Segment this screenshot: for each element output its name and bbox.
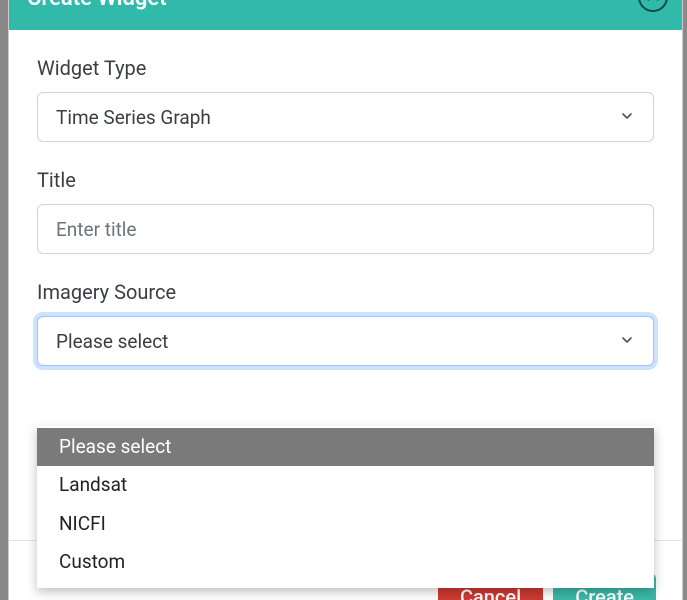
widget-type-value: Time Series Graph [56, 106, 211, 129]
chevron-down-icon [619, 106, 635, 129]
dropdown-option[interactable]: Custom [37, 543, 654, 581]
title-input[interactable] [37, 204, 654, 254]
scrollbar[interactable] [683, 0, 687, 600]
dropdown-option[interactable]: NICFI [37, 505, 654, 543]
imagery-source-label: Imagery Source [37, 280, 654, 304]
modal-title: Create Widget [27, 0, 167, 10]
widget-type-label: Widget Type [37, 56, 654, 80]
imagery-source-field: Imagery Source Please select [37, 280, 654, 366]
close-button[interactable] [638, 0, 668, 12]
title-label: Title [37, 168, 654, 192]
modal-header: Create Widget [9, 0, 682, 30]
dropdown-option[interactable]: Please select [37, 428, 654, 466]
modal-body: Widget Type Time Series Graph Title Imag… [9, 30, 682, 540]
widget-type-select[interactable]: Time Series Graph [37, 92, 654, 142]
imagery-source-dropdown: Please select Landsat NICFI Custom [37, 426, 654, 588]
imagery-source-select[interactable]: Please select [37, 316, 654, 366]
create-widget-modal: Create Widget Widget Type Time Series Gr… [8, 0, 683, 600]
imagery-source-value: Please select [56, 330, 168, 353]
widget-type-field: Widget Type Time Series Graph [37, 56, 654, 142]
chevron-down-icon [619, 330, 635, 353]
close-icon [645, 0, 661, 7]
dropdown-option[interactable]: Landsat [37, 466, 654, 504]
title-field: Title [37, 168, 654, 254]
